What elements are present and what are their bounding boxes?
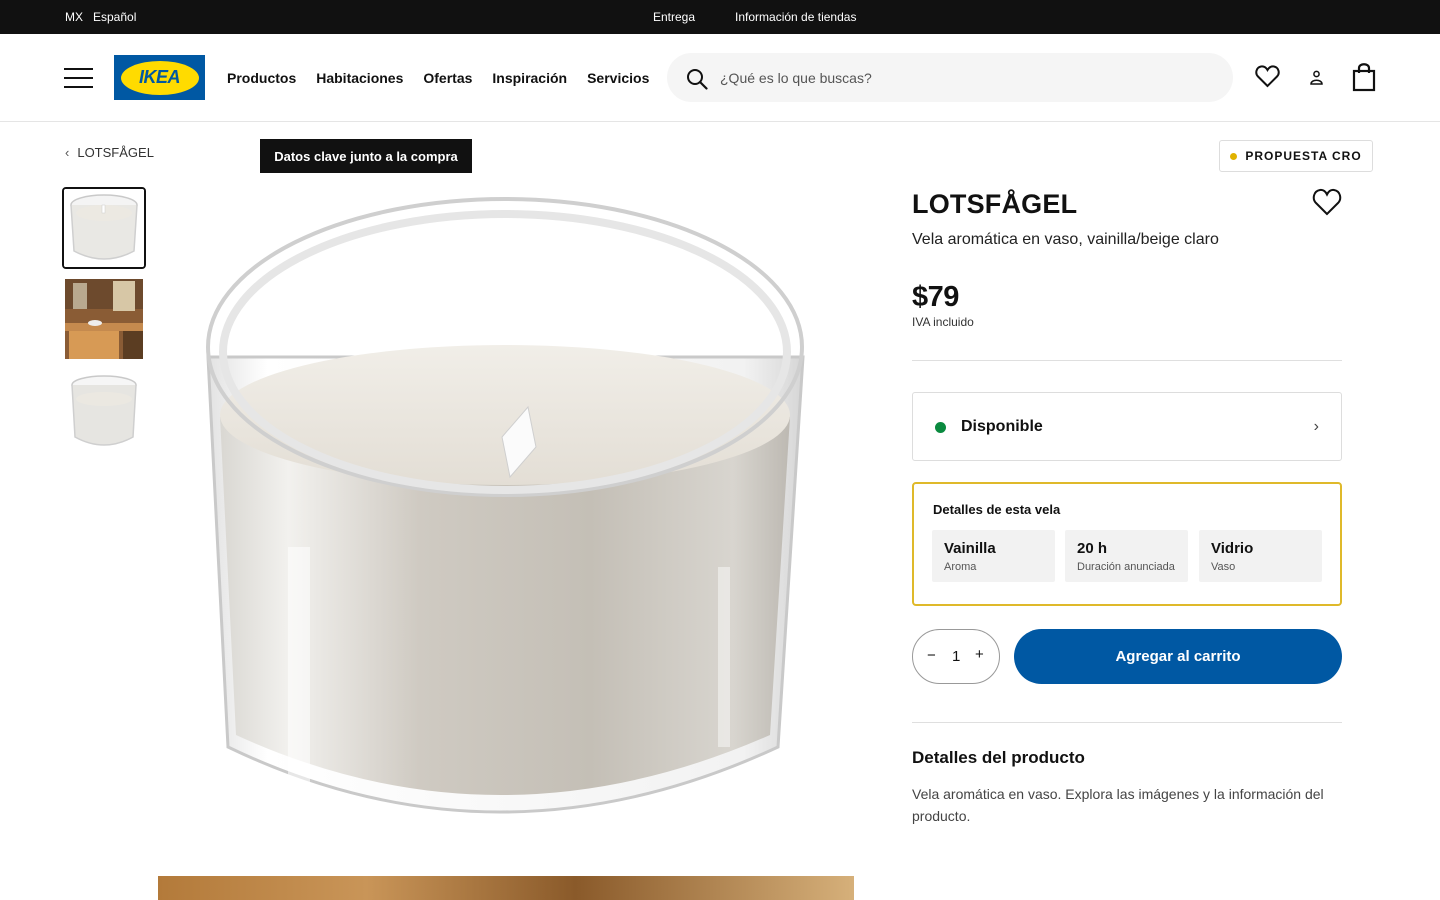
chevron-right-icon: › <box>1313 418 1319 435</box>
hamburger-icon[interactable] <box>64 68 93 88</box>
breadcrumb-label: LOTSFÅGEL <box>77 145 154 160</box>
main-nav: Productos Habitaciones Ofertas Inspiraci… <box>227 70 649 86</box>
key-data-badge: Datos clave junto a la compra <box>260 139 472 173</box>
language-label[interactable]: Español <box>93 10 136 24</box>
ikea-logo[interactable]: IKEA <box>114 55 205 100</box>
details-box-title: Detalles de esta vela <box>933 502 1061 517</box>
shopping-bag-icon[interactable] <box>1352 62 1376 92</box>
divider <box>912 722 1342 723</box>
main-header: IKEA Productos Habitaciones Ofertas Insp… <box>0 34 1440 122</box>
product-price: $79 <box>912 281 959 313</box>
breadcrumb[interactable]: ‹ LOTSFÅGEL <box>65 145 154 160</box>
decrease-quantity-button[interactable]: − <box>927 647 936 664</box>
store-info-link[interactable]: Información de tiendas <box>735 10 856 24</box>
top-bar: MX Español Entrega Información de tienda… <box>0 0 1440 34</box>
detail-card-label: Aroma <box>944 561 977 573</box>
thumbnail-2[interactable] <box>65 279 143 359</box>
heart-icon[interactable] <box>1255 64 1280 88</box>
availability-panel[interactable]: Disponible › <box>912 392 1342 461</box>
detail-card-duration: 20 h Duración anunciada <box>1065 530 1188 582</box>
detail-card-aroma: Vainilla Aroma <box>932 530 1055 582</box>
candle-image <box>158 187 854 842</box>
detail-card-value: Vidrio <box>1211 540 1254 557</box>
nav-item-servicios[interactable]: Servicios <box>587 70 649 86</box>
search-input[interactable]: ¿Qué es lo que buscas? <box>667 53 1233 102</box>
product-details-title: Detalles del producto <box>912 748 1085 767</box>
nav-item-ofertas[interactable]: Ofertas <box>423 70 472 86</box>
thumbnail-3[interactable] <box>65 371 143 451</box>
secondary-product-image[interactable] <box>158 876 854 900</box>
candle-details-box: Detalles de esta vela Vainilla Aroma 20 … <box>912 482 1342 606</box>
detail-card-label: Duración anunciada <box>1077 561 1175 573</box>
detail-card-label: Vaso <box>1211 561 1236 573</box>
add-to-cart-button[interactable]: Agregar al carrito <box>1014 629 1342 684</box>
detail-card-value: Vainilla <box>944 540 996 557</box>
product-title: LOTSFÅGEL <box>912 189 1078 219</box>
logo-text: IKEA <box>138 67 181 87</box>
cro-badge: PROPUESTA CRO <box>1219 140 1373 172</box>
chevron-left-icon: ‹ <box>65 145 70 160</box>
delivery-link[interactable]: Entrega <box>653 10 695 24</box>
nav-item-inspiracion[interactable]: Inspiración <box>492 70 567 86</box>
divider <box>912 360 1342 361</box>
cro-badge-label: PROPUESTA CRO <box>1245 149 1362 163</box>
availability-status-dot <box>935 422 946 433</box>
detail-card-value: 20 h <box>1077 540 1108 557</box>
kitchen-scene-thumbnail-image <box>65 279 143 359</box>
country-label[interactable]: MX <box>65 10 83 24</box>
increase-quantity-button[interactable]: + <box>975 646 984 663</box>
top-links: Entrega Información de tiendas <box>653 10 856 24</box>
heart-icon[interactable] <box>1312 187 1342 217</box>
locale-selector[interactable]: MX Español <box>65 10 136 24</box>
product-description: Vela aromática en vaso, vainilla/beige c… <box>912 231 1219 248</box>
thumbnail-1[interactable] <box>62 187 146 269</box>
main-product-image[interactable] <box>158 187 854 842</box>
availability-label: Disponible <box>961 418 1043 435</box>
detail-card-material: Vidrio Vaso <box>1199 530 1322 582</box>
candle-thumbnail-image <box>64 189 144 267</box>
quantity-stepper: − 1 + <box>912 629 1000 684</box>
quantity-value[interactable]: 1 <box>952 648 960 665</box>
search-icon[interactable] <box>686 68 708 90</box>
candle-thumbnail-image-alt <box>65 371 143 451</box>
status-dot <box>1230 152 1238 160</box>
product-details-text: Vela aromática en vaso. Explora las imág… <box>912 786 1324 824</box>
nav-item-productos[interactable]: Productos <box>227 70 296 86</box>
tax-note: IVA incluido <box>912 315 974 329</box>
nav-item-habitaciones[interactable]: Habitaciones <box>316 70 403 86</box>
person-icon[interactable] <box>1309 70 1324 85</box>
search-placeholder: ¿Qué es lo que buscas? <box>720 70 872 86</box>
